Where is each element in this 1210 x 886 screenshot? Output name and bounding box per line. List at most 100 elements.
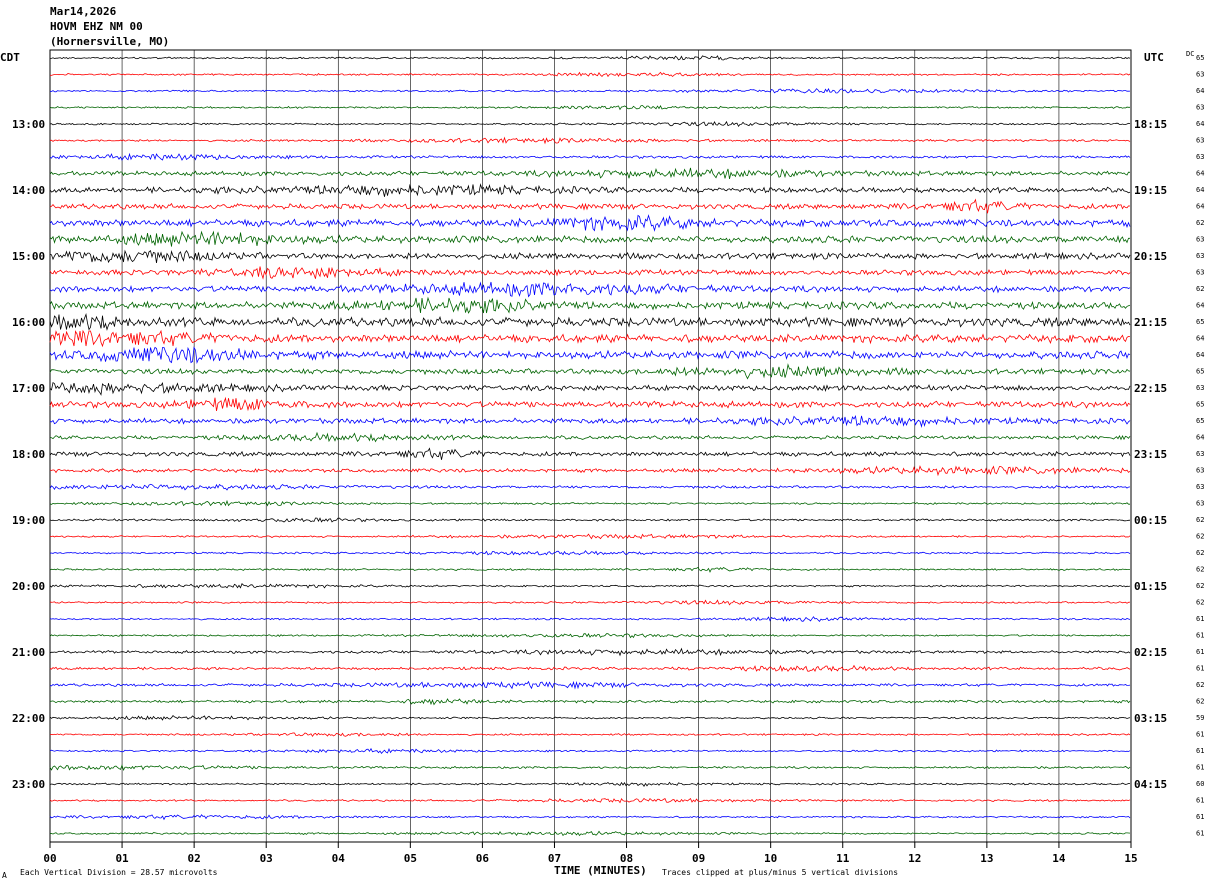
scale-note: Each Vertical Division = 28.57 microvolt… [20,868,218,877]
trace-28 [49,499,1130,507]
dc-offset-value: 64 [1196,302,1204,310]
trace-16 [49,296,1131,314]
trace-19 [49,346,1131,364]
dc-offset-value: 63 [1196,500,1204,508]
trace-18 [49,329,1130,348]
dc-offset-value: 61 [1196,830,1204,838]
dc-offset-value: 64 [1196,434,1204,442]
left-hour-label: 20:00 [12,580,45,593]
trace-9 [49,183,1131,197]
trace-22 [49,396,1131,412]
dc-offset-value: 64 [1196,120,1204,128]
right-hour-label: 21:15 [1134,316,1167,329]
dc-offset-value: 64 [1196,335,1204,343]
header-date: Mar14,2026 [50,5,117,18]
trace-23 [49,414,1131,428]
left-timezone-label: CDT [0,51,20,64]
dc-offset-value: 65 [1196,368,1204,376]
dc-offset-value: 62 [1196,549,1204,557]
dc-offset-value: 63 [1196,269,1204,277]
x-tick-label: 10 [764,852,777,865]
right-hour-label: 22:15 [1134,382,1167,395]
trace-1 [49,55,1131,61]
dc-label: DC [1186,50,1194,58]
right-hour-label: 18:15 [1134,118,1167,131]
right-hour-label: 00:15 [1134,514,1167,527]
x-axis-ticks: 00 01 02 03 04 05 06 07 08 09 10 11 12 13 14 15 [43,842,1138,865]
left-hour-label: 17:00 [12,382,45,395]
x-tick-label: 11 [836,852,850,865]
trace-47 [49,814,1131,821]
left-hour-label: 18:00 [12,448,45,461]
trace-6 [49,136,1131,145]
dc-offset-value: 61 [1196,747,1204,755]
right-hour-label: 23:15 [1134,448,1167,461]
trace-41 [49,715,1131,721]
dc-offset-value: 62 [1196,698,1204,706]
left-hour-label: 13:00 [12,118,45,131]
dc-offset-value: 62 [1196,681,1204,689]
dc-offset-value: 63 [1196,467,1204,475]
x-tick-label: 00 [43,852,56,865]
left-hour-label: 19:00 [12,514,45,527]
dc-offset-value: 65 [1196,54,1204,62]
dc-offset-value: 65 [1196,318,1204,326]
trace-30 [49,533,1131,540]
trace-35 [49,615,1131,623]
dc-offset-value: 62 [1196,219,1204,227]
left-hour-label: 14:00 [12,184,45,197]
right-hour-label: 03:15 [1134,712,1167,725]
trace-29 [49,517,1131,523]
x-tick-label: 01 [115,852,129,865]
trace-38 [49,664,1131,673]
trace-20 [49,363,1131,380]
trace-42 [49,732,1131,738]
dc-offset-value: 61 [1196,764,1204,772]
dc-offset-labels: 65 63 64 63 64 63 63 64 64 64 62 63 63 63 62 64 65 64 64 65… [1196,54,1204,838]
trace-26 [49,465,1131,477]
dc-offset-value: 62 [1196,285,1204,293]
dc-offset-value: 63 [1196,236,1204,244]
dc-offset-value: 63 [1196,384,1204,392]
x-tick-label: 05 [404,852,417,865]
dc-offset-value: 64 [1196,87,1204,95]
trace-45 [49,781,1131,787]
trace-33 [49,582,1131,589]
x-axis-title: TIME (MINUTES) [554,864,647,877]
trace-24 [49,431,1131,443]
dc-offset-value: 60 [1196,780,1204,788]
trace-13 [49,249,1131,264]
dc-offset-value: 62 [1196,599,1204,607]
trace-34 [49,599,1131,606]
dc-offset-value: 65 [1196,401,1204,409]
trace-40 [49,698,1131,706]
dc-offset-value: 61 [1196,632,1204,640]
trace-15 [49,281,1131,298]
dc-offset-value: 62 [1196,533,1204,541]
left-hour-label: 23:00 [12,778,45,791]
trace-11 [49,214,1131,232]
trace-12 [49,230,1130,247]
x-tick-label: 15 [1124,852,1137,865]
x-tick-label: 13 [980,852,993,865]
dc-offset-value: 61 [1196,665,1204,673]
dc-offset-value: 61 [1196,648,1204,656]
left-hour-label: 15:00 [12,250,45,263]
trace-43 [49,747,1131,754]
left-hour-label: 21:00 [12,646,45,659]
trace-7 [49,152,1131,161]
x-tick-label: 06 [476,852,490,865]
right-hour-labels: 18:15 19:15 20:15 21:15 22:15 23:15 00:15 01:15… [1134,118,1167,791]
clip-note: Traces clipped at plus/minus 5 vertical … [662,868,898,877]
dc-offset-value: 64 [1196,170,1204,178]
dc-offset-value: 61 [1196,797,1204,805]
x-tick-label: 04 [332,852,346,865]
right-hour-label: 20:15 [1134,250,1167,263]
dc-offset-value: 63 [1196,137,1204,145]
vertical-gridlines [49,50,1132,842]
dc-offset-value: 64 [1196,203,1204,211]
x-tick-label: 09 [692,852,705,865]
header-location: (Hornersville, MO) [50,35,169,48]
trace-2 [49,71,1131,78]
trace-44 [49,764,1131,772]
